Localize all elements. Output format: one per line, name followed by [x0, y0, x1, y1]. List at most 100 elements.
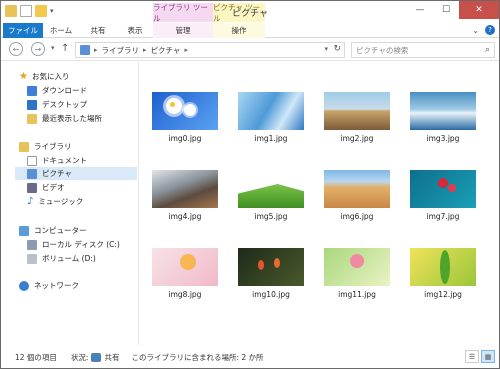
explorer-window: ▾ ライブラリ ツール ピクチャ ツール ピクチャ — ☐ ✕ ファイル ホーム…	[0, 0, 500, 369]
nav-music-label: ミュージック	[38, 197, 84, 206]
thumbnail-blue-lake	[410, 92, 476, 130]
share-state: 状況: 共有	[70, 352, 120, 363]
file-tile[interactable]: img8.jpg	[152, 248, 218, 308]
up-button[interactable]: ↑	[61, 43, 69, 54]
nav-computer-label: コンピューター	[34, 226, 87, 235]
tab-home[interactable]: ホーム	[43, 23, 79, 38]
file-tile[interactable]: img5.jpg	[238, 170, 304, 230]
navigation-pane: ★ お気に入り ダウンロード デスクトップ 最近表示した場所 ライブラリ ドキュ…	[1, 62, 139, 345]
nav-computer[interactable]: コンピューター	[19, 224, 87, 237]
nav-recent-places[interactable]: 最近表示した場所	[27, 112, 102, 125]
large-icons-view-icon[interactable]: ▦	[481, 350, 495, 363]
thumbnail-red-flower	[410, 170, 476, 208]
nav-videos[interactable]: ビデオ	[27, 181, 65, 194]
nav-pictures[interactable]: ピクチャ	[15, 167, 137, 180]
file-name: img1.jpg	[254, 134, 288, 143]
status-bar: 12 個の項目 状況: 共有 このライブラリに含まれる場所: 2 か所 ☰ ▦	[1, 346, 499, 368]
breadcrumb-separator[interactable]: ▸	[143, 46, 147, 54]
thumbnail-pink-flower	[152, 248, 218, 286]
details-view-icon[interactable]: ☰	[465, 350, 479, 363]
tab-file[interactable]: ファイル	[3, 23, 43, 38]
nav-downloads-label: ダウンロード	[42, 86, 87, 95]
maximize-button[interactable]: ☐	[433, 1, 459, 19]
nav-libraries[interactable]: ライブラリ	[19, 140, 72, 153]
item-count: 12 個の項目	[15, 352, 57, 362]
libraries-icon	[19, 141, 29, 152]
file-name: img2.jpg	[340, 134, 374, 143]
view-switcher: ☰ ▦	[465, 350, 495, 363]
file-name: img12.jpg	[424, 290, 462, 299]
close-button[interactable]: ✕	[459, 1, 499, 19]
file-tile[interactable]: img1.jpg	[238, 92, 304, 152]
tab-share[interactable]: 共有	[79, 23, 117, 38]
thumbnail-desert-ridge	[324, 92, 390, 130]
music-icon: ♪	[27, 196, 34, 207]
thumbnail-orange-buds	[238, 248, 304, 286]
drive-icon	[27, 253, 37, 264]
back-button[interactable]: ←	[9, 42, 23, 56]
file-tile[interactable]: img3.jpg	[410, 92, 476, 152]
expand-ribbon-icon[interactable]: ⌄	[472, 26, 479, 35]
computer-icon	[19, 225, 29, 236]
nav-local-disk[interactable]: ローカル ディスク (C:)	[27, 238, 120, 251]
nav-local-disk-label: ローカル ディスク (C:)	[42, 240, 120, 249]
title-bar: ▾ ライブラリ ツール ピクチャ ツール ピクチャ — ☐ ✕	[1, 1, 499, 23]
help-icon[interactable]: ?	[485, 25, 495, 35]
thumbnail-sand-dunes	[324, 170, 390, 208]
nav-pictures-label: ピクチャ	[42, 169, 72, 178]
videos-icon	[27, 182, 37, 193]
tab-view[interactable]: 表示	[117, 23, 153, 38]
window-controls: — ☐ ✕	[407, 1, 499, 19]
file-tile[interactable]: img7.jpg	[410, 170, 476, 230]
pictures-library-icon	[80, 45, 90, 55]
file-name: img3.jpg	[426, 134, 460, 143]
address-bar[interactable]: ▸ ライブラリ ▸ ピクチャ ▸ ▾ ↻	[75, 42, 345, 58]
ribbon-right-controls: ⌄ ?	[472, 25, 495, 35]
network-icon	[19, 280, 29, 291]
nav-network[interactable]: ネットワーク	[19, 279, 79, 292]
file-name: img5.jpg	[254, 212, 288, 221]
nav-recent-places-label: 最近表示した場所	[42, 114, 102, 123]
search-input[interactable]: ピクチャの検索 ⌕	[351, 42, 495, 58]
star-icon: ★	[19, 71, 28, 82]
refresh-icon[interactable]: ↻	[333, 44, 341, 54]
tab-manage[interactable]: 管理	[153, 23, 213, 38]
minimize-button[interactable]: —	[407, 1, 433, 19]
recent-locations-icon[interactable]: ▾	[51, 44, 55, 52]
nav-desktop-label: デスクトップ	[42, 100, 87, 109]
file-tile[interactable]: img6.jpg	[324, 170, 390, 230]
file-tile[interactable]: img0.jpg	[152, 92, 218, 152]
share-state-value: 共有	[104, 352, 120, 362]
thumbnail-rocky-coast	[152, 170, 218, 208]
file-name: img8.jpg	[168, 290, 202, 299]
pictures-icon	[27, 168, 37, 179]
nav-desktop[interactable]: デスクトップ	[27, 98, 87, 111]
forward-button[interactable]: →	[31, 42, 45, 56]
breadcrumb-separator[interactable]: ▸	[94, 46, 98, 54]
file-name: img7.jpg	[426, 212, 460, 221]
thumbnail-ice-blue	[238, 92, 304, 130]
file-name: img11.jpg	[338, 290, 376, 299]
nav-favorites[interactable]: ★ お気に入り	[19, 70, 69, 83]
tab-operations[interactable]: 操作	[213, 23, 265, 38]
search-icon[interactable]: ⌕	[485, 45, 490, 55]
file-name: img10.jpg	[252, 290, 290, 299]
file-tile[interactable]: img12.jpg	[410, 248, 476, 308]
breadcrumb-separator[interactable]: ▸	[184, 46, 188, 54]
thumbnail-green-leaf	[410, 248, 476, 286]
share-icon	[91, 352, 102, 362]
nav-music[interactable]: ♪ ミュージック	[27, 195, 83, 208]
nav-volume-d[interactable]: ボリューム (D:)	[27, 252, 96, 265]
file-tile[interactable]: img2.jpg	[324, 92, 390, 152]
breadcrumb-pictures[interactable]: ピクチャ	[151, 45, 181, 56]
share-state-label: 状況:	[70, 352, 89, 362]
nav-downloads[interactable]: ダウンロード	[27, 84, 87, 97]
thumbnail-green-hill	[238, 170, 304, 208]
breadcrumb-libraries[interactable]: ライブラリ	[102, 45, 140, 56]
file-tile[interactable]: img10.jpg	[238, 248, 304, 308]
address-dropdown-icon[interactable]: ▾	[324, 45, 328, 53]
ribbon-tabs: ファイル ホーム 共有 表示 管理 操作 ⌄ ?	[1, 23, 499, 38]
file-tile[interactable]: img11.jpg	[324, 248, 390, 308]
nav-documents[interactable]: ドキュメント	[27, 154, 87, 167]
file-tile[interactable]: img4.jpg	[152, 170, 218, 230]
